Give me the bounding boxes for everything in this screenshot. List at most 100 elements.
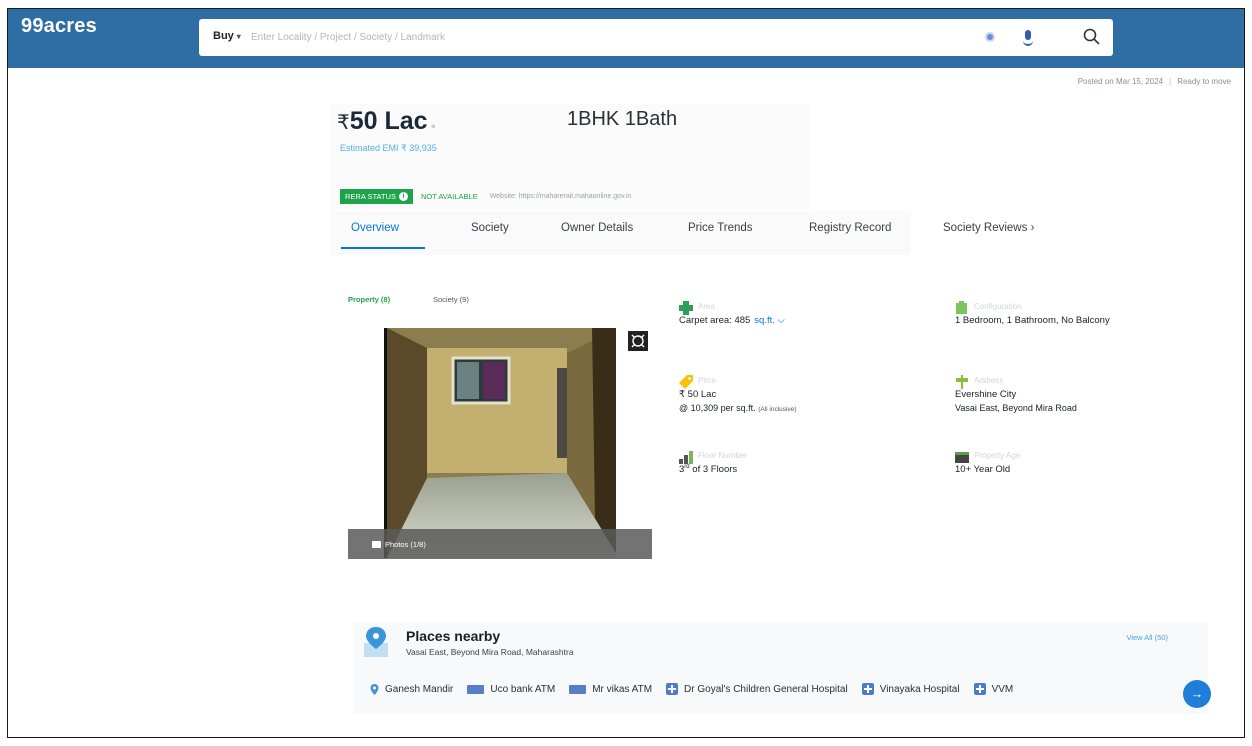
calendar-icon (955, 452, 969, 463)
emi-link[interactable]: Estimated EMI ₹ 39,935 (340, 143, 437, 154)
search-icon[interactable] (1082, 27, 1102, 47)
photo-count-bar[interactable]: Photos (1/8) (348, 529, 652, 559)
view-all-link[interactable]: View All (50) (1126, 633, 1168, 642)
property-photo[interactable] (384, 328, 616, 558)
rera-badge[interactable]: RERA STATUS i (340, 188, 413, 204)
place-label: VVM (991, 683, 1014, 695)
place-item[interactable]: Dr Goyal's Children General Hospital (666, 683, 848, 695)
rera-label: RERA STATUS (345, 191, 396, 201)
unit-dropdown[interactable]: sq.ft. ⌵ (754, 315, 784, 326)
hospital-icon (861, 683, 874, 695)
place-item[interactable]: Vinayaka Hospital (861, 683, 960, 695)
search-bar: Buy ▾ (199, 19, 1113, 56)
area-icon (679, 301, 693, 315)
places-next-button[interactable]: → (1183, 680, 1211, 708)
mic-icon[interactable] (1023, 30, 1033, 46)
tab-society[interactable]: Society (471, 222, 509, 234)
photo-count: Photos (1/8) (372, 540, 426, 549)
detail-area-value: Carpet area: 485 sq.ft. ⌵ (679, 315, 785, 326)
info-icon: i (398, 191, 408, 201)
room-photo-image (387, 328, 616, 558)
detail-price-label: Price (698, 376, 717, 385)
unit-label: sq.ft. (754, 315, 775, 326)
active-tab-indicator (341, 247, 425, 249)
atm-icon (569, 684, 587, 694)
gallery-tab-society[interactable]: Society (9) (433, 295, 469, 304)
photo-count-label: Photos (1/8) (385, 540, 426, 549)
detail-configuration-value: 1 Bedroom, 1 Bathroom, No Balcony (955, 315, 1110, 326)
site-logo[interactable]: 99acres (21, 15, 97, 38)
detail-address-line1: Evershine City (955, 389, 1017, 400)
rupee-symbol: ₹ (337, 112, 350, 134)
detail-address-line2: Vasai East, Beyond Mira Road (955, 403, 1077, 413)
detail-property-age-label: Property Age (974, 451, 1021, 460)
gallery-tab-property[interactable]: Property (8) (348, 295, 390, 304)
tab-society-reviews[interactable]: Society Reviews › (943, 222, 1034, 234)
chevron-right-icon: › (1030, 222, 1035, 234)
place-label: Uco bank ATM (490, 683, 556, 695)
place-item[interactable]: VVM (973, 683, 1014, 695)
address-signpost-icon (956, 375, 968, 389)
chevron-down-icon: ⌵ (777, 315, 785, 326)
detail-property-age-value: 10+ Year Old (955, 464, 1011, 475)
price-value: ₹50 Lac ● (337, 107, 436, 136)
location-icon[interactable] (985, 32, 995, 42)
detail-price-rate: @ 10,309 per sq.ft. (All inclusive) (679, 403, 797, 413)
page-frame: 99acres Buy▾ Posted on Mar 15, 2024|Read… (7, 8, 1245, 738)
hospital-icon (666, 683, 679, 695)
places-nearby-title: Places nearby (406, 628, 501, 644)
place-item[interactable]: Uco bank ATM (467, 683, 555, 695)
place-label: Vinayaka Hospital (879, 683, 960, 695)
price-amount: 50 Lac (349, 107, 428, 135)
posted-date: Posted on Mar 15, 2024 (1077, 77, 1164, 86)
place-label: Dr Goyal's Children General Hospital (684, 683, 848, 695)
chevron-down-icon: ▾ (236, 32, 241, 41)
search-input[interactable] (251, 26, 951, 48)
tab-owner-details[interactable]: Owner Details (561, 222, 633, 234)
place-item[interactable]: Mr vikas ATM (569, 683, 652, 695)
price-per-sqft: @ 10,309 per sq.ft. (679, 403, 756, 413)
hospital-icon (973, 683, 986, 695)
place-label: Mr vikas ATM (592, 683, 653, 695)
bhk-config: 1BHK 1Bath (567, 108, 678, 130)
detail-floor-value: 3rd of 3 Floors (679, 464, 737, 475)
possession-status: Ready to move (1177, 77, 1231, 86)
fullscreen-icon (631, 334, 645, 348)
buy-dropdown[interactable]: Buy ▾ (213, 30, 241, 42)
buy-label: Buy (213, 30, 234, 42)
price-inclusive-note: (All inclusive) (758, 406, 797, 413)
place-item[interactable]: Ganesh Mandir (370, 683, 453, 695)
top-navbar: 99acres Buy ▾ (8, 9, 1244, 68)
detail-configuration-label: Configuration (974, 302, 1022, 311)
rera-website[interactable]: Website: https://maharerait.mahaonline.g… (490, 193, 632, 200)
atm-icon (467, 684, 485, 694)
price-tag-icon (679, 375, 693, 389)
camera-icon (372, 541, 381, 548)
price-summary-card: ₹50 Lac ● Estimated EMI ₹ 39,935 1BHK 1Ba… (331, 104, 811, 210)
tab-society-reviews-label: Society Reviews (943, 222, 1028, 234)
detail-floor-label: Floor Number (698, 451, 747, 460)
rera-value: NOT AVAILABLE (420, 191, 478, 201)
info-icon[interactable]: ● (431, 121, 436, 131)
posted-info: Posted on Mar 15, 2024 | Ready to move (1077, 77, 1231, 86)
detail-address-label: Address (974, 376, 1004, 385)
detail-price-value: ₹ 50 Lac (679, 389, 717, 400)
configuration-icon (956, 301, 967, 314)
places-nearby-subtitle: Vasai East, Beyond Mira Road, Maharashtr… (406, 647, 574, 657)
photo-gallery: Property (8) Society (9) Photos (1/8) (348, 291, 652, 563)
carpet-area: Carpet area: 485 (679, 315, 751, 326)
places-nearby-section: Places nearby Vasai East, Beyond Mira Ro… (353, 622, 1211, 714)
map-pin-icon (364, 627, 388, 657)
floor-bars-icon (679, 451, 693, 464)
detail-area-label: Area (698, 302, 715, 311)
rera-status-row: RERA STATUS i NOT AVAILABLE Website: http… (340, 188, 631, 204)
arrow-right-icon: → (1190, 686, 1204, 701)
expand-icon[interactable] (628, 331, 648, 351)
place-label: Ganesh Mandir (385, 683, 454, 695)
tab-overview[interactable]: Overview (351, 222, 399, 234)
tab-price-trends[interactable]: Price Trends (688, 222, 753, 234)
tab-registry-record[interactable]: Registry Record (809, 222, 891, 234)
floor-total: of 3 Floors (689, 464, 738, 476)
places-list: Ganesh Mandir Uco bank ATM Mr vikas ATM … (370, 683, 1013, 695)
detail-tabs: Overview Society Owner Details Price Tre… (331, 211, 1034, 255)
